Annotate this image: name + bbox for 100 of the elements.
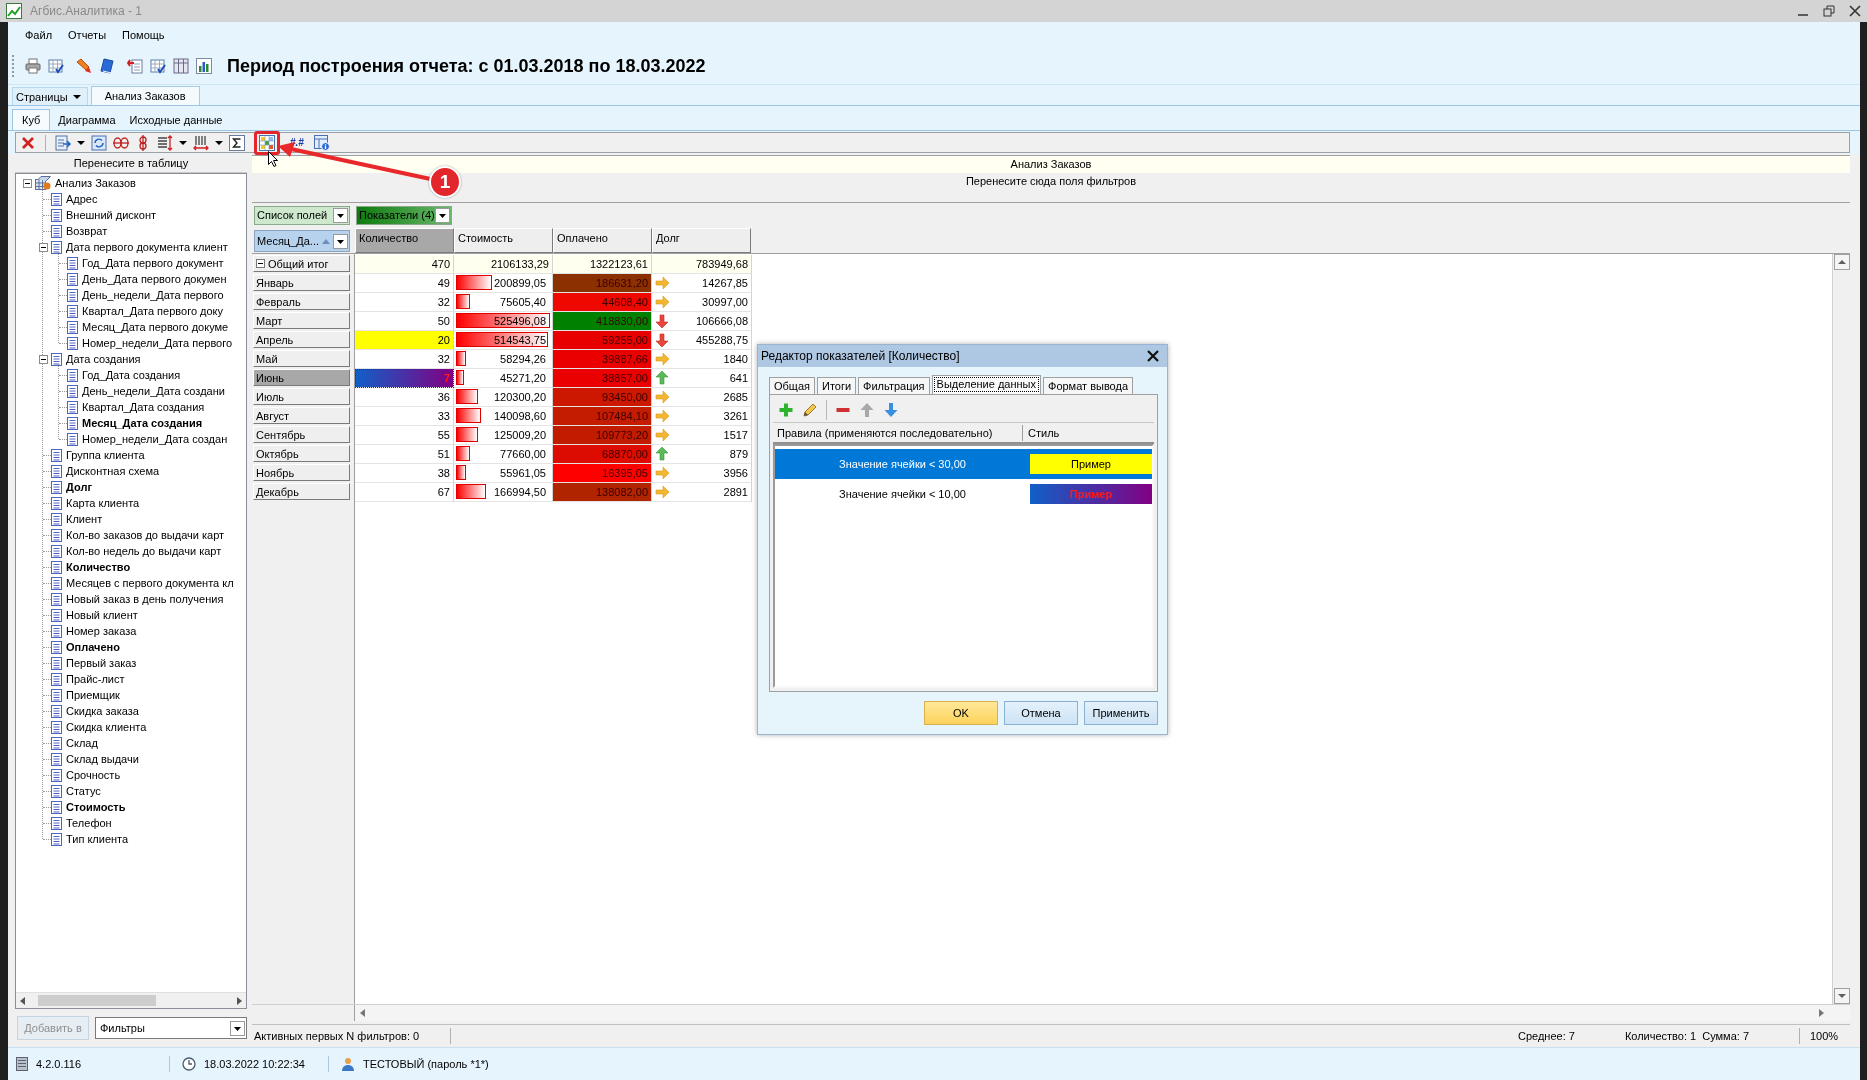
scrollbar-thumb[interactable] <box>38 995 156 1006</box>
tree-item[interactable]: Анализ Заказов <box>55 177 136 189</box>
row-header[interactable]: Июнь <box>253 369 350 386</box>
tree-item[interactable]: Год_Дата первого документ <box>82 257 224 269</box>
tree-item[interactable]: Дисконтная схема <box>66 465 160 477</box>
vertical-scrollbar[interactable] <box>1832 254 1850 1004</box>
tree-item[interactable]: Кол-во заказов до выдачи карт <box>66 529 225 541</box>
column-header[interactable]: Правила (применяются последовательно) <box>773 425 1023 441</box>
column-header[interactable]: Количество <box>355 228 454 253</box>
printer-icon[interactable] <box>25 58 41 74</box>
field-list-dropdown[interactable]: Список полей <box>254 205 350 225</box>
tab[interactable]: Выделение данных <box>931 375 1041 394</box>
tree-item[interactable]: Новый клиент <box>66 609 138 621</box>
restore-icon[interactable] <box>1823 5 1835 17</box>
horizontal-scrollbar[interactable] <box>16 992 246 1008</box>
tree-item[interactable]: Телефон <box>66 817 112 829</box>
scroll-right-icon[interactable] <box>1818 1009 1824 1017</box>
pencil-icon[interactable] <box>802 401 818 418</box>
row-header[interactable]: Январь <box>253 274 350 291</box>
column-header[interactable]: Оплачено <box>553 228 652 253</box>
tab[interactable]: Итоги <box>817 377 857 394</box>
tree-item[interactable]: Приемщик <box>66 689 120 701</box>
table-check-icon[interactable] <box>48 58 64 74</box>
tree-item[interactable]: Новый заказ в день получения <box>66 593 224 605</box>
collapse-icon[interactable] <box>256 259 265 268</box>
row-field-button[interactable]: Месяц_Да... <box>254 230 350 252</box>
view-tab[interactable]: Исходные данные <box>123 110 229 130</box>
row-header[interactable]: Март <box>253 312 350 329</box>
book-icon[interactable] <box>99 58 115 74</box>
tree-item[interactable]: Адрес <box>66 193 98 205</box>
tree-item[interactable]: Дата первого документа клиент <box>66 241 228 253</box>
tree-item[interactable]: Клиент <box>66 513 103 525</box>
scroll-left-icon[interactable] <box>20 996 26 1005</box>
column-header[interactable]: Стоимость <box>454 228 553 253</box>
page-tab[interactable]: Анализ Заказов <box>90 86 200 105</box>
tree-item[interactable]: Дата создания <box>66 353 141 365</box>
tree-item[interactable]: Прайс-лист <box>66 673 125 685</box>
tree-item[interactable]: Оплачено <box>66 641 120 653</box>
tree-item[interactable]: Количество <box>66 561 131 573</box>
table-check-icon[interactable] <box>150 58 166 74</box>
tree-item[interactable]: Тип клиента <box>66 833 129 845</box>
tree-item[interactable]: Стоимость <box>66 801 126 813</box>
caret-icon[interactable] <box>215 140 223 145</box>
close-icon[interactable] <box>1147 350 1159 362</box>
tree-item[interactable]: Первый заказ <box>66 657 137 669</box>
tree-item[interactable]: Срочность <box>66 769 121 781</box>
tab[interactable]: Общая <box>769 377 815 394</box>
pages-menu-button[interactable]: Страницы <box>12 87 88 105</box>
tree-item[interactable]: Скидка заказа <box>66 705 139 717</box>
tree-item[interactable]: Склад выдачи <box>66 753 139 765</box>
tree-item[interactable]: Месяцев с первого документа кл <box>66 577 234 589</box>
target-select[interactable]: Фильтры <box>95 1017 247 1039</box>
tree-item[interactable]: Карта клиента <box>66 497 140 509</box>
row-header[interactable]: Июль <box>253 388 350 405</box>
row-header[interactable]: Август <box>253 407 350 424</box>
color-grid-icon[interactable] <box>259 134 275 151</box>
row-header[interactable]: Апрель <box>253 331 350 348</box>
tree-item[interactable]: Квартал_Дата первого доку <box>82 305 224 317</box>
rule-row[interactable]: Значение ячейки < 30,00 Пример <box>775 449 1152 479</box>
tree-item[interactable]: Долг <box>66 481 92 493</box>
tree-item[interactable]: Кол-во недель до выдачи карт <box>66 545 222 557</box>
crossed-rings-icon[interactable] <box>113 134 129 151</box>
measures-dropdown[interactable]: Показатели (4) <box>356 205 452 225</box>
menu-item[interactable]: Помощь <box>115 27 172 43</box>
bar-chart-icon[interactable] <box>196 58 212 74</box>
view-tab[interactable]: Куб <box>12 109 51 130</box>
collapse-icon[interactable] <box>22 178 32 188</box>
row-header[interactable]: Общий итог <box>253 255 350 272</box>
row-header[interactable]: Ноябрь <box>253 464 350 481</box>
refresh-table-icon[interactable] <box>91 134 107 151</box>
tree-item[interactable]: Номер заказа <box>66 625 137 637</box>
tree-item[interactable]: Возврат <box>66 225 108 237</box>
tree-item[interactable]: Год_Дата создания <box>82 369 181 381</box>
dialog-button[interactable]: OK <box>924 701 998 725</box>
grip-handle[interactable] <box>12 55 17 77</box>
close-icon[interactable] <box>1849 5 1861 17</box>
document-arrow-icon[interactable] <box>127 58 143 74</box>
tree-item[interactable]: Скидка клиента <box>66 721 147 733</box>
tree-item[interactable]: Внешний дисконт <box>66 209 156 221</box>
column-header[interactable]: Долг <box>652 228 751 253</box>
row-header[interactable]: Октябрь <box>253 445 350 462</box>
pencil-icon[interactable] <box>76 58 92 74</box>
caret-icon[interactable] <box>77 140 85 145</box>
tree-item[interactable]: Группа клиента <box>66 449 145 461</box>
down-arrow-icon[interactable] <box>883 401 899 418</box>
rows-icon[interactable] <box>157 134 173 151</box>
row-header[interactable]: Февраль <box>253 293 350 310</box>
collapse-icon[interactable] <box>38 242 48 252</box>
dialog-button[interactable]: Отмена <box>1004 701 1078 725</box>
columns-arrow-icon[interactable] <box>193 134 209 151</box>
column-header[interactable]: Стиль <box>1023 427 1060 439</box>
scroll-up-icon[interactable] <box>1833 254 1850 270</box>
menu-item[interactable]: Файл <box>18 27 60 43</box>
menu-item[interactable]: Отчеты <box>61 27 114 43</box>
tab[interactable]: Формат вывода <box>1043 377 1134 394</box>
caret-icon[interactable] <box>72 94 81 99</box>
scroll-left-icon[interactable] <box>360 1009 366 1017</box>
caret-icon[interactable] <box>179 140 187 145</box>
collapse-icon[interactable] <box>38 354 48 364</box>
table-info-icon[interactable] <box>313 134 330 151</box>
